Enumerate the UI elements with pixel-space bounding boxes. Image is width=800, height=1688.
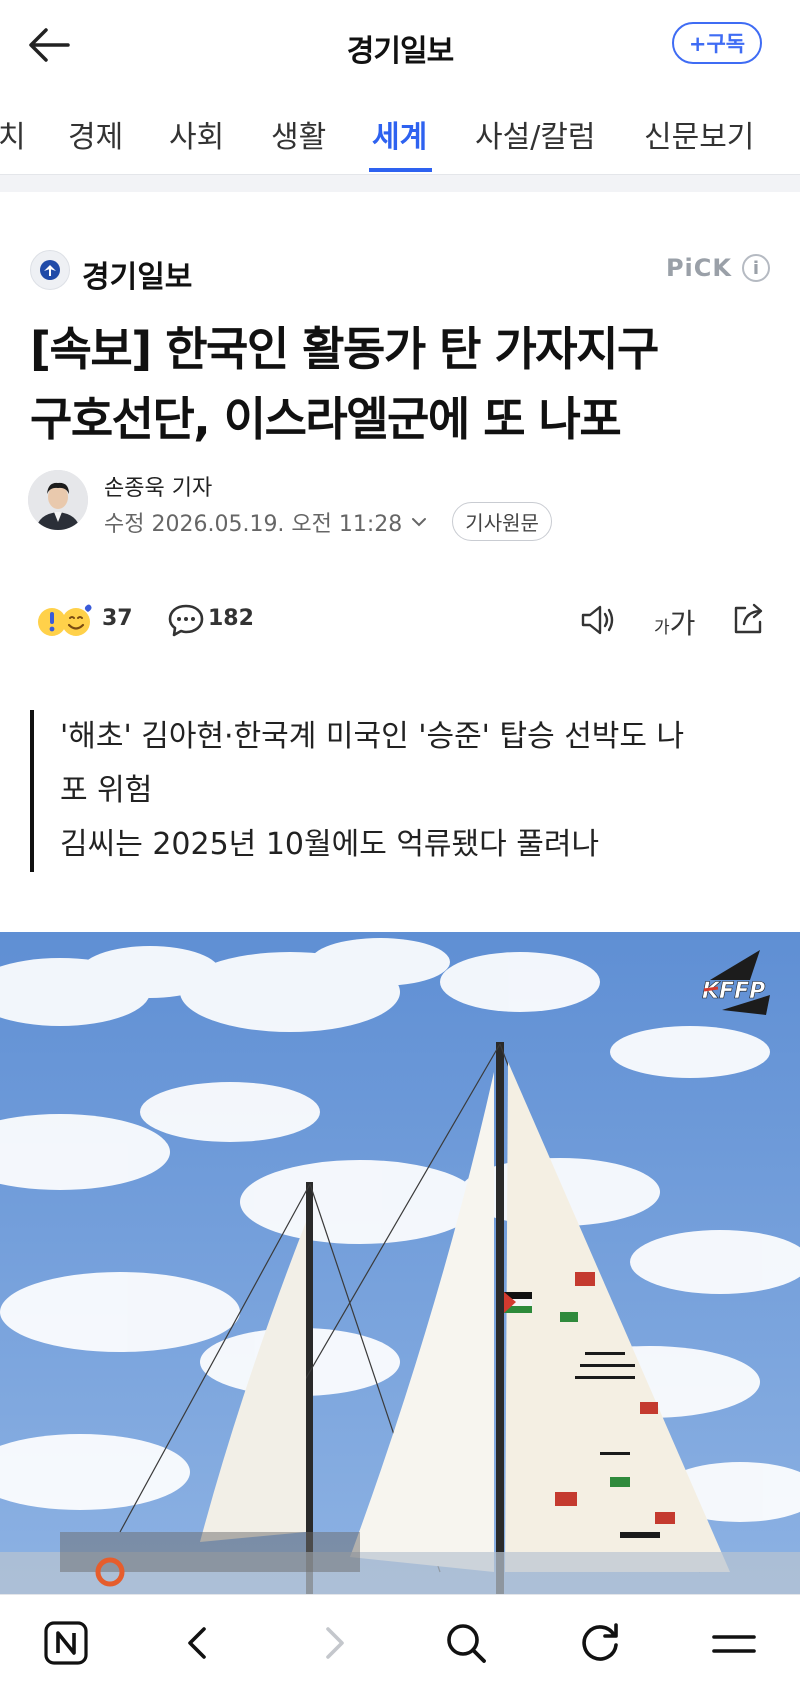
tab-economy[interactable]: 경제: [68, 112, 123, 156]
summary-line-2: 포 위험: [60, 773, 153, 808]
tab-newspaper[interactable]: 신문보기: [644, 112, 754, 156]
headline-line-2: 구호선단, 이스라엘군에 또 나포: [30, 392, 622, 446]
article-summary: '해초' 김아현·한국계 미국인 '승준' 탑승 선박도 나 포 위험 김씨는 …: [30, 710, 760, 872]
naver-n-icon: [44, 1621, 88, 1665]
comment-count: 182: [208, 606, 254, 631]
sailboat-image: [0, 932, 800, 1594]
tab-politics[interactable]: 치: [0, 112, 26, 156]
browser-forward-button[interactable]: [308, 1617, 360, 1669]
chevron-left-icon: [188, 1627, 206, 1659]
naver-home-button[interactable]: [40, 1617, 92, 1669]
kffp-logo: KFFP: [702, 950, 770, 1015]
section-tabs: 치 경제 사회 생활 세계 사설/칼럼 신문보기: [0, 92, 800, 174]
pick-label: PiCK: [665, 254, 732, 282]
article-photo[interactable]: [0, 932, 800, 1594]
article-headline: [속보] 한국인 활동가 탄 가자지구 구호선단, 이스라엘군에 또 나포: [30, 314, 780, 454]
share-icon[interactable]: [728, 598, 768, 638]
tab-world[interactable]: 세계: [372, 112, 427, 156]
press-logo[interactable]: [30, 250, 70, 290]
updated-timestamp: 수정 2026.05.19. 오전 11:28: [104, 511, 403, 537]
info-icon[interactable]: i: [742, 254, 770, 282]
font-size-small-glyph: 가: [654, 618, 670, 638]
reporter-avatar[interactable]: [28, 470, 88, 530]
refresh-icon: [582, 1623, 618, 1661]
original-article-button[interactable]: 기사원문: [452, 502, 552, 541]
browser-back-button[interactable]: [172, 1617, 224, 1669]
press-logo-icon: [40, 260, 60, 280]
summary-line-1: '해초' 김아현·한국계 미국인 '승준' 탑승 선박도 나: [60, 719, 685, 754]
comment-icon[interactable]: [166, 600, 206, 640]
app-header: 경기일보 +구독: [0, 0, 800, 92]
updated-row: 수정 2026.05.19. 오전 11:28 기사원문: [104, 502, 552, 541]
chevron-right-icon: [326, 1627, 344, 1659]
menu-icon: [712, 1635, 756, 1653]
search-button[interactable]: [440, 1617, 492, 1669]
byline: 손종욱 기자 수정 2026.05.19. 오전 11:28 기사원문: [28, 470, 768, 541]
reaction-count: 37: [102, 606, 133, 631]
subscribe-button[interactable]: +구독: [672, 22, 762, 64]
tab-editorial[interactable]: 사설/칼럼: [475, 112, 596, 156]
section-divider: [0, 174, 800, 192]
press-name[interactable]: 경기일보: [82, 252, 192, 296]
press-row: 경기일보 PiCK i: [30, 248, 770, 296]
pick-badge: PiCK i: [666, 254, 770, 282]
reaction-toolbar: 37 182 가가: [30, 596, 770, 646]
font-size-large-glyph: 가: [669, 607, 696, 640]
speaker-icon[interactable]: [578, 600, 618, 640]
summary-line-3: 김씨는 2025년 10월에도 억류됐다 풀려나: [60, 827, 600, 862]
chevron-down-icon[interactable]: [410, 513, 428, 531]
tab-society[interactable]: 사회: [169, 112, 224, 156]
search-icon: [447, 1624, 486, 1663]
reporter-name[interactable]: 손종욱 기자: [104, 470, 212, 502]
tab-life[interactable]: 생활: [271, 112, 326, 156]
svg-text:KFFP: KFFP: [702, 979, 765, 1004]
headline-line-1: [속보] 한국인 활동가 탄 가자지구: [30, 322, 659, 376]
reporter-photo: [28, 470, 88, 530]
browser-bottom-bar: [0, 1594, 800, 1688]
emoji-reaction-icon[interactable]: [36, 602, 96, 638]
active-tab-indicator: [369, 168, 432, 172]
menu-button[interactable]: [708, 1617, 760, 1669]
font-size-icon[interactable]: 가가: [654, 602, 695, 642]
refresh-button[interactable]: [574, 1617, 626, 1669]
